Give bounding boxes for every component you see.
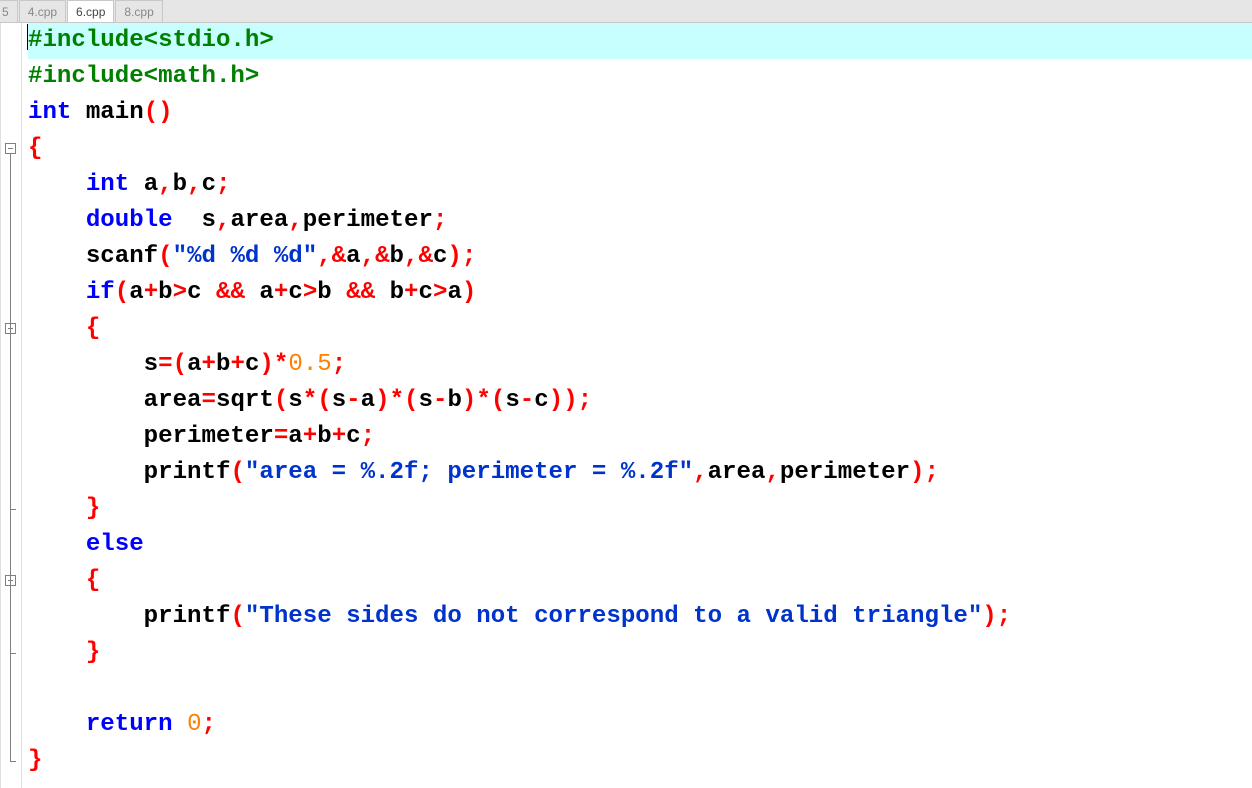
code-line[interactable]: int main() bbox=[28, 95, 1252, 131]
fold-guide-line bbox=[10, 334, 11, 509]
code-editor[interactable]: #include<stdio.h>#include<math.h>int mai… bbox=[0, 23, 1252, 788]
tab-6cpp[interactable]: 6.cpp bbox=[67, 0, 114, 22]
code-line[interactable]: #include<math.h> bbox=[28, 59, 1252, 95]
code-line[interactable]: if(a+b>c && a+c>b && b+c>a) bbox=[28, 275, 1252, 311]
code-line[interactable] bbox=[28, 671, 1252, 707]
fold-toggle-icon[interactable] bbox=[5, 143, 16, 154]
fold-guide-corner bbox=[10, 509, 16, 510]
code-line[interactable]: { bbox=[28, 563, 1252, 599]
code-line[interactable]: else bbox=[28, 527, 1252, 563]
code-line[interactable]: #include<stdio.h> bbox=[28, 23, 1252, 59]
code-line[interactable]: } bbox=[28, 743, 1252, 779]
code-line[interactable]: scanf("%d %d %d",&a,&b,&c); bbox=[28, 239, 1252, 275]
code-line[interactable]: } bbox=[28, 491, 1252, 527]
code-line[interactable]: printf("These sides do not correspond to… bbox=[28, 599, 1252, 635]
code-line[interactable]: { bbox=[28, 131, 1252, 167]
code-line[interactable]: { bbox=[28, 311, 1252, 347]
code-line[interactable]: printf("area = %.2f; perimeter = %.2f",a… bbox=[28, 455, 1252, 491]
code-line[interactable]: perimeter=a+b+c; bbox=[28, 419, 1252, 455]
code-line[interactable]: area=sqrt(s*(s-a)*(s-b)*(s-c)); bbox=[28, 383, 1252, 419]
tab-8cpp[interactable]: 8.cpp bbox=[115, 0, 162, 22]
code-line[interactable]: } bbox=[28, 635, 1252, 671]
tab-4cpp[interactable]: 4.cpp bbox=[19, 0, 66, 22]
fold-guide-line bbox=[10, 586, 11, 653]
code-area[interactable]: #include<stdio.h>#include<math.h>int mai… bbox=[22, 23, 1252, 788]
fold-gutter bbox=[0, 23, 22, 788]
code-line[interactable]: return 0; bbox=[28, 707, 1252, 743]
code-line[interactable]: s=(a+b+c)*0.5; bbox=[28, 347, 1252, 383]
code-line[interactable]: int a,b,c; bbox=[28, 167, 1252, 203]
fold-guide-corner bbox=[10, 761, 16, 762]
tab-bar: 5 4.cpp 6.cpp 8.cpp bbox=[0, 0, 1252, 23]
fold-guide-corner bbox=[10, 653, 16, 654]
tab-partial[interactable]: 5 bbox=[0, 0, 18, 22]
code-line[interactable]: double s,area,perimeter; bbox=[28, 203, 1252, 239]
